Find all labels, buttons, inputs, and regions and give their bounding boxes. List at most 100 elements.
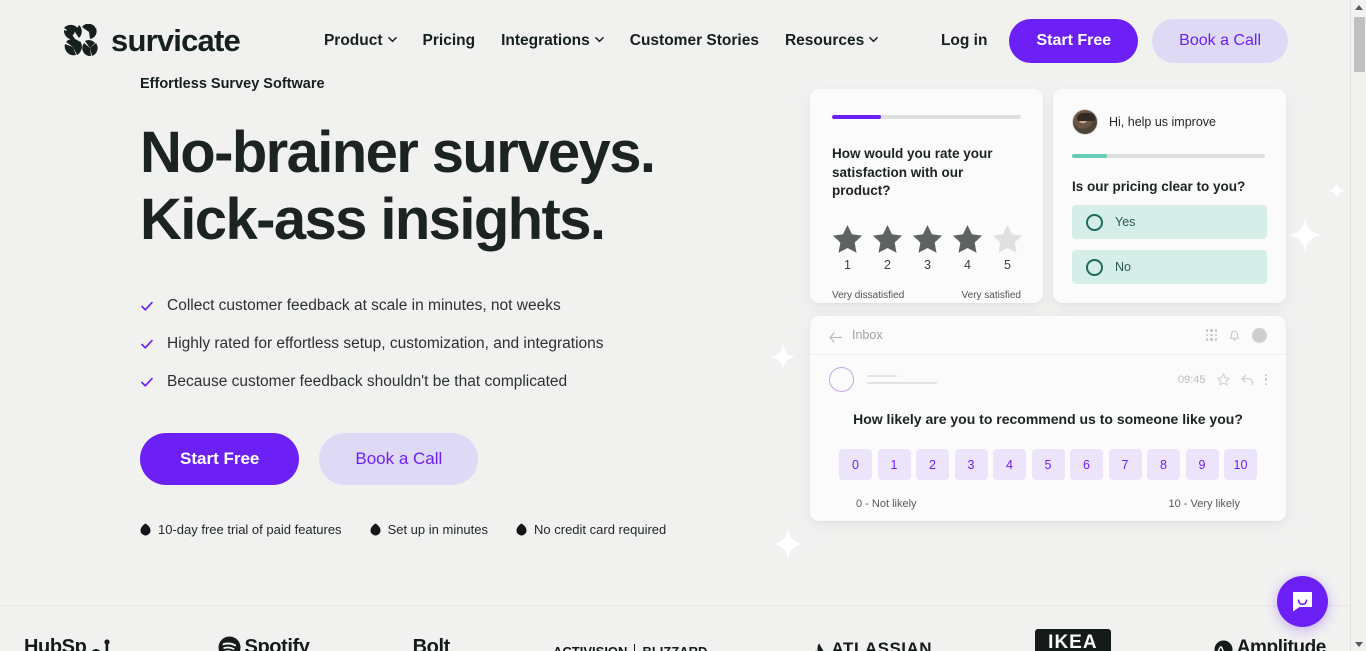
nps-option-0[interactable]: 0: [839, 449, 872, 480]
logo-label: Spotify: [244, 636, 310, 651]
sparkle-decoration-icon: [1288, 218, 1322, 257]
star-option-4[interactable]: 4: [952, 224, 983, 272]
trust-label: No credit card required: [534, 522, 667, 538]
survey-progress-bar: [1072, 154, 1265, 158]
nav-item-customer-stories[interactable]: Customer Stories: [630, 32, 759, 50]
rating-label-high: Very satisfied: [961, 289, 1021, 301]
back-arrow-icon[interactable]: [829, 330, 843, 343]
pricing-option-no[interactable]: No: [1072, 250, 1267, 284]
nav-item-integrations[interactable]: Integrations: [501, 32, 604, 50]
option-label: No: [1115, 260, 1131, 274]
nps-scale-labels: 0 - Not likely 10 - Very likely: [810, 498, 1286, 510]
header-book-call-button[interactable]: Book a Call: [1152, 19, 1288, 63]
reply-icon[interactable]: [1240, 373, 1254, 386]
trust-item: Set up in minutes: [370, 522, 488, 537]
nps-option-3[interactable]: 3: [954, 449, 988, 480]
leaf-icon: [140, 523, 151, 536]
check-icon: [140, 337, 154, 351]
star-icon-empty: [992, 224, 1023, 254]
logo-label-blizzard: BLIZZARD: [642, 644, 707, 651]
main-navigation: Product Pricing Integrations Customer St…: [324, 32, 879, 50]
nps-question: How likely are you to recommend us to so…: [853, 411, 1243, 427]
hero-start-free-button[interactable]: Start Free: [140, 433, 300, 486]
hero-book-call-button[interactable]: Book a Call: [319, 433, 479, 486]
avatar: [1072, 109, 1098, 135]
hubspot-sprocket-icon: [92, 639, 111, 651]
pricing-option-yes[interactable]: Yes: [1072, 205, 1267, 239]
pricing-card-header: Hi, help us improve: [1072, 109, 1267, 135]
inbox-toolbar: Inbox: [810, 316, 1286, 355]
chat-bubble-smile-icon: [1293, 592, 1312, 612]
scrollbar-thumb[interactable]: [1354, 17, 1365, 72]
star-option-1[interactable]: 1: [832, 224, 863, 272]
nps-option-8[interactable]: 8: [1147, 449, 1180, 480]
star-label: 1: [844, 257, 851, 272]
chevron-down-icon: [1355, 641, 1363, 647]
check-icon: [140, 375, 154, 389]
notification-bell-icon[interactable]: [1229, 329, 1240, 341]
more-options-icon[interactable]: [1264, 373, 1267, 386]
scroll-up-button[interactable]: [1351, 0, 1366, 14]
nps-option-10[interactable]: 10: [1224, 449, 1257, 480]
nps-option-1[interactable]: 1: [877, 449, 911, 480]
user-avatar[interactable]: [1252, 327, 1267, 343]
list-item-label: Because customer feedback shouldn't be t…: [167, 373, 568, 391]
leaf-icon: [370, 523, 381, 536]
star-rating-scale: 1 2 3 4 5: [832, 224, 1023, 272]
star-outline-icon[interactable]: [1216, 373, 1230, 386]
nps-label-high: 10 - Very likely: [1168, 498, 1240, 510]
apps-grid-icon[interactable]: [1205, 329, 1217, 341]
chevron-down-icon: [594, 36, 604, 45]
nps-option-9[interactable]: 9: [1185, 449, 1219, 480]
site-header: survicate Product Pricing Integrations C…: [0, 0, 1350, 82]
list-item: Collect customer feedback at scale in mi…: [140, 297, 800, 315]
page-title: No-brainer surveys. Kick-ass insights.: [140, 120, 800, 253]
login-link[interactable]: Log in: [941, 32, 988, 50]
nps-option-7[interactable]: 7: [1108, 449, 1142, 480]
leaf-icon: [516, 523, 527, 536]
chevron-up-icon: [1355, 4, 1363, 10]
divider: [634, 644, 636, 651]
nav-item-pricing[interactable]: Pricing: [423, 32, 476, 50]
survicate-pinwheel-logo-icon: [62, 23, 100, 58]
star-option-3[interactable]: 3: [912, 224, 943, 272]
logo-label: Bolt: [412, 636, 451, 651]
sparkle-decoration-icon: [770, 344, 796, 375]
nav-item-resources[interactable]: Resources: [785, 32, 879, 50]
brand-logo[interactable]: survicate: [62, 23, 241, 59]
sparkle-decoration-icon: [772, 528, 804, 565]
nav-item-product[interactable]: Product: [324, 32, 397, 50]
rating-scale-labels: Very dissatisfied Very satisfied: [832, 290, 1021, 301]
page-scrollbar[interactable]: [1350, 0, 1366, 651]
logo-ikea: IKEA: [1035, 629, 1111, 651]
nav-label: Integrations: [501, 32, 590, 49]
nps-option-4[interactable]: 4: [993, 449, 1026, 480]
star-icon-filled: [872, 224, 903, 254]
chat-launcher-button[interactable]: [1277, 576, 1328, 627]
star-option-2[interactable]: 2: [872, 224, 903, 272]
message-meta: 09:45: [1178, 373, 1267, 386]
inbox-toolbar-actions: [1205, 327, 1267, 343]
nav-label: Pricing: [422, 32, 476, 49]
logo-label: HubSp: [24, 636, 87, 651]
nps-option-5[interactable]: 5: [1031, 449, 1065, 480]
nps-option-2[interactable]: 2: [916, 449, 949, 480]
nps-label-low: 0 - Not likely: [856, 498, 917, 510]
logo-spotify: Spotify: [218, 636, 310, 651]
scroll-down-button[interactable]: [1351, 637, 1366, 651]
rating-question: How would you rate your satisfaction wit…: [832, 146, 993, 199]
header-start-free-button[interactable]: Start Free: [1009, 19, 1139, 63]
radio-button-icon: [1086, 213, 1103, 231]
logo-atlassian: ATLASSIAN: [811, 639, 933, 651]
survey-progress-fill: [1072, 154, 1107, 158]
nav-label: Product: [323, 32, 383, 49]
logo-label: IKEA: [1035, 629, 1111, 651]
hero-cta-row: Start Free Book a Call: [140, 433, 800, 486]
message-timestamp: 09:45: [1177, 373, 1206, 386]
nav-label: Customer Stories: [629, 32, 759, 49]
logo-amplitude: Amplitude: [1214, 637, 1326, 651]
message-header-row: 09:45: [810, 355, 1286, 392]
logo-activision-blizzard: ACTIVISION BLIZZARD: [553, 644, 707, 651]
nps-option-6[interactable]: 6: [1070, 449, 1103, 480]
star-option-5[interactable]: 5: [992, 224, 1023, 272]
